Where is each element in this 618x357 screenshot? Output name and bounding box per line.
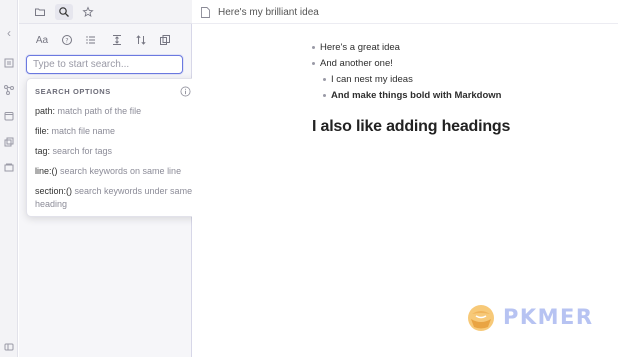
option-key: section:() (35, 186, 73, 196)
svg-text:?: ? (65, 37, 68, 44)
sort-button[interactable] (133, 32, 149, 48)
copy-icon (160, 35, 170, 45)
option-path[interactable]: path: match path of the file (35, 105, 197, 118)
match-case-button[interactable]: Aa (34, 32, 50, 48)
copy-icon[interactable] (3, 136, 15, 148)
chevron-left-icon[interactable]: ‹ (3, 27, 15, 39)
editor-title-bar: Here's my brilliant idea (192, 0, 618, 24)
list-item[interactable]: And make things bold with Markdown (323, 90, 501, 101)
popup-title: SEARCH OPTIONS (35, 87, 111, 96)
calendar-icon[interactable] (3, 110, 15, 122)
slides-icon[interactable] (3, 162, 15, 174)
heading[interactable]: I also like adding headings (312, 118, 510, 136)
list-item[interactable]: And another one! (312, 58, 393, 69)
search-options-bar: Aa ? (19, 32, 192, 48)
list-item-text: And another one! (320, 58, 393, 69)
list-item-text: Here's a great idea (320, 42, 400, 53)
bullet-icon (312, 61, 315, 65)
tab-search[interactable] (55, 4, 73, 20)
document-icon (201, 7, 210, 18)
option-file[interactable]: file: match file name (35, 125, 197, 138)
option-desc: match path of the file (55, 106, 142, 116)
document-title[interactable]: Here's my brilliant idea (218, 7, 319, 18)
folder-icon (35, 8, 45, 16)
search-options-popup: SEARCH OPTIONS path: match path of the f… (26, 78, 201, 217)
option-key: path: (35, 106, 56, 116)
option-desc: search keywords on same line (57, 166, 182, 176)
info-icon[interactable] (180, 86, 191, 97)
help-icon[interactable] (3, 341, 15, 353)
copy-results-button[interactable] (157, 32, 173, 48)
collapse-results-button[interactable] (83, 32, 99, 48)
graph-icon[interactable] (3, 84, 15, 96)
explain-search-button[interactable]: ? (59, 32, 75, 48)
option-desc: match file name (49, 126, 116, 136)
expand-vertical-icon (113, 35, 121, 45)
sort-icon (136, 35, 146, 45)
pkmer-watermark: PKMER (503, 305, 594, 329)
help-circle-icon: ? (62, 35, 72, 45)
search-icon (59, 7, 69, 17)
pkmer-logo-icon (468, 305, 494, 331)
list-item[interactable]: Here's a great idea (312, 42, 400, 53)
tab-bookmarks[interactable] (79, 4, 97, 20)
option-key: tag: (35, 146, 51, 156)
side-tab-bar (19, 0, 192, 24)
tab-file-explorer[interactable] (31, 4, 49, 20)
left-ribbon: ‹ (0, 0, 18, 357)
list-item[interactable]: I can nest my ideas (323, 74, 413, 85)
search-input[interactable] (26, 55, 183, 74)
bullet-icon (323, 77, 326, 81)
bullet-icon (312, 45, 315, 49)
option-desc: search for tags (50, 146, 113, 156)
option-key: file: (35, 126, 50, 136)
editor-pane: Here's my brilliant idea Here's a great … (192, 0, 618, 357)
bullet-icon (323, 93, 326, 97)
app-window: ‹ Aa ? Type to start search... SEARCH OP… (0, 0, 618, 357)
option-section[interactable]: section:() search keywords under same he… (35, 185, 197, 211)
show-more-context-button[interactable] (109, 32, 125, 48)
list-item-text: And make things bold with Markdown (331, 90, 502, 101)
list-icon (86, 36, 95, 44)
option-line[interactable]: line:() search keywords on same line (35, 165, 197, 178)
option-tag[interactable]: tag: search for tags (35, 145, 197, 158)
list-item-text: I can nest my ideas (331, 74, 413, 85)
star-icon (82, 6, 94, 17)
option-key: line:() (35, 166, 58, 176)
file-explorer-icon[interactable] (3, 57, 15, 69)
